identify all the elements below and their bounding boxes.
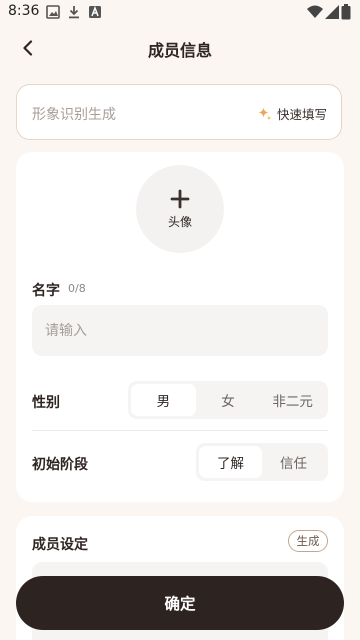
page-title: 成员信息 [147,41,212,60]
name-input[interactable] [32,305,328,356]
member-form-card: 头像 名字 0/8 性别 男 女 非二元 初始阶段 了解 信任 [16,152,344,502]
generate-settings-button[interactable]: 生成 [288,530,328,552]
stage-option-understand[interactable]: 了解 [199,446,262,478]
gender-option-female[interactable]: 女 [196,384,261,416]
gender-label: 性别 [32,395,60,411]
image-recognition-input[interactable]: 形象识别生成 快速填写 [16,84,342,140]
wifi-icon [307,5,323,18]
app-notification-icon [89,5,101,18]
recognition-placeholder: 形象识别生成 [32,107,116,123]
initial-stage-label: 初始阶段 [32,457,88,473]
gender-option-male[interactable]: 男 [131,384,196,416]
battery-icon [341,4,351,20]
avatar-label: 头像 [167,214,192,229]
nav-bar: 成员信息 [0,28,360,68]
gender-selector: 男 女 非二元 [128,381,328,419]
name-label: 名字 [32,283,60,299]
image-icon [46,5,60,19]
download-icon [69,6,79,19]
quick-fill-button[interactable]: 快速填写 [257,104,327,123]
confirm-button[interactable]: 确定 [16,576,344,630]
sparkle-icon [258,107,272,120]
stage-option-trust[interactable]: 信任 [262,446,325,478]
gender-option-nonbinary[interactable]: 非二元 [260,384,325,416]
initial-stage-selector: 了解 信任 [196,443,328,481]
divider [32,430,328,431]
name-char-count: 0/8 [68,282,86,295]
member-settings-label: 成员设定 [32,537,88,553]
status-bar: 8:36 [0,0,360,24]
plus-icon [170,189,190,208]
signal-icon [325,5,339,19]
avatar-upload-button[interactable]: 头像 [136,165,224,253]
quick-fill-label: 快速填写 [276,107,327,122]
status-time: 8:36 [8,3,40,19]
